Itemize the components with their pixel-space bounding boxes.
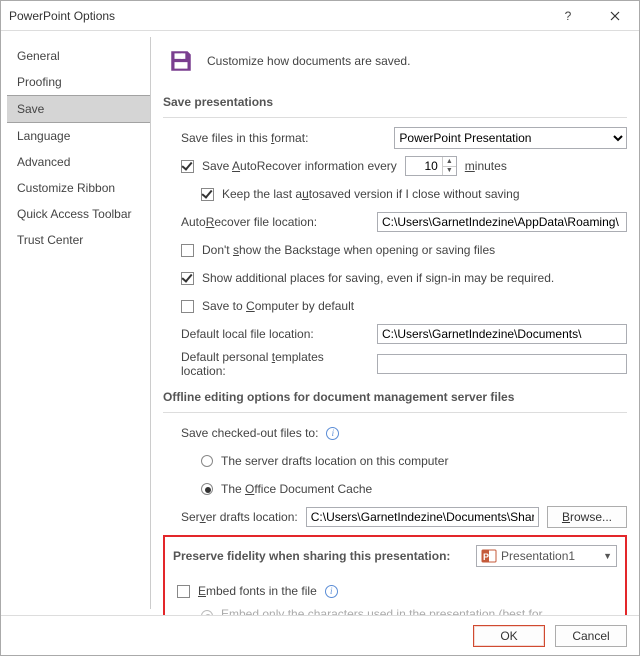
keep-last-autosave-label: Keep the last autosaved version if I clo… [222,187,520,201]
embed-only-label: Embed only the characters used in the pr… [221,607,591,615]
help-button[interactable]: ? [545,1,591,31]
section-preserve-title: Preserve fidelity when sharing this pres… [173,549,450,563]
embed-fonts-label: Embed fonts in the file [198,584,317,598]
autorecover-location-label: AutoRecover file location: [181,215,369,229]
options-dialog: PowerPoint Options ? General Proofing Sa… [0,0,640,656]
info-icon[interactable]: i [326,427,339,440]
default-templates-location-input[interactable] [377,354,627,374]
spinner-up-icon[interactable]: ▲ [443,157,456,167]
save-format-select[interactable]: PowerPoint Presentation [394,127,627,149]
powerpoint-file-icon: P [481,548,497,564]
info-icon[interactable]: i [325,585,338,598]
save-disk-icon [167,47,195,75]
svg-text:P: P [483,552,489,562]
minutes-unit-label: minutes [465,159,507,173]
help-icon: ? [565,9,572,23]
sidebar-item-save[interactable]: Save [7,95,150,123]
default-local-location-input[interactable] [377,324,627,344]
sidebar-item-customize-ribbon[interactable]: Customize Ribbon [7,175,150,201]
save-format-label: Save files in this format: [181,131,308,145]
spinner-down-icon[interactable]: ▼ [443,167,456,176]
dialog-footer: OK Cancel [1,615,639,655]
dont-show-backstage-checkbox[interactable] [181,244,194,257]
preserve-presentation-value: Presentation1 [501,549,575,563]
office-cache-radio[interactable] [201,483,213,495]
dont-show-backstage-label: Don't show the Backstage when opening or… [202,243,495,257]
section-offline-title: Offline editing options for document man… [163,382,627,413]
server-drafts-radio[interactable] [201,455,213,467]
embed-fonts-checkbox[interactable] [177,585,190,598]
default-local-location-label: Default local file location: [181,327,369,341]
preserve-fidelity-highlight: Preserve fidelity when sharing this pres… [163,535,627,615]
keep-last-autosave-checkbox[interactable] [201,188,214,201]
sidebar-item-quick-access[interactable]: Quick Access Toolbar [7,201,150,227]
save-to-computer-label: Save to Computer by default [202,299,354,313]
server-drafts-location-input[interactable] [306,507,539,527]
save-to-computer-checkbox[interactable] [181,300,194,313]
sidebar-item-language[interactable]: Language [7,123,150,149]
header-text: Customize how documents are saved. [207,54,410,68]
show-additional-places-checkbox[interactable] [181,272,194,285]
autorecover-location-input[interactable] [377,212,627,232]
save-checked-out-label: Save checked-out files to: [181,426,318,440]
titlebar: PowerPoint Options ? [1,1,639,31]
chevron-down-icon: ▼ [603,551,612,561]
embed-only-radio [201,610,213,615]
server-drafts-radio-label: The server drafts location on this compu… [221,454,448,468]
ok-button[interactable]: OK [473,625,545,647]
autorecover-minutes-input[interactable] [406,157,442,175]
section-save-presentations-title: Save presentations [163,87,627,118]
sidebar-item-general[interactable]: General [7,43,150,69]
autorecover-checkbox[interactable] [181,160,194,173]
preserve-presentation-select[interactable]: P Presentation1 ▼ [476,545,617,567]
default-templates-location-label: Default personal templates location: [181,350,369,378]
office-cache-radio-label: The Office Document Cache [221,482,372,496]
options-content: Customize how documents are saved. Save … [151,31,639,615]
sidebar-item-advanced[interactable]: Advanced [7,149,150,175]
sidebar-item-proofing[interactable]: Proofing [7,69,150,95]
sidebar-item-trust-center[interactable]: Trust Center [7,227,150,253]
close-icon [610,11,620,21]
cancel-button[interactable]: Cancel [555,625,627,647]
server-drafts-location-label: Server drafts location: [181,510,298,524]
options-sidebar: General Proofing Save Language Advanced … [7,37,151,609]
browse-button[interactable]: Browse... [547,506,627,528]
autorecover-minutes-spinner[interactable]: ▲▼ [405,156,457,176]
window-title: PowerPoint Options [1,9,115,23]
close-button[interactable] [591,1,639,31]
autorecover-label: Save AutoRecover information every [202,159,397,173]
show-additional-places-label: Show additional places for saving, even … [202,271,554,285]
